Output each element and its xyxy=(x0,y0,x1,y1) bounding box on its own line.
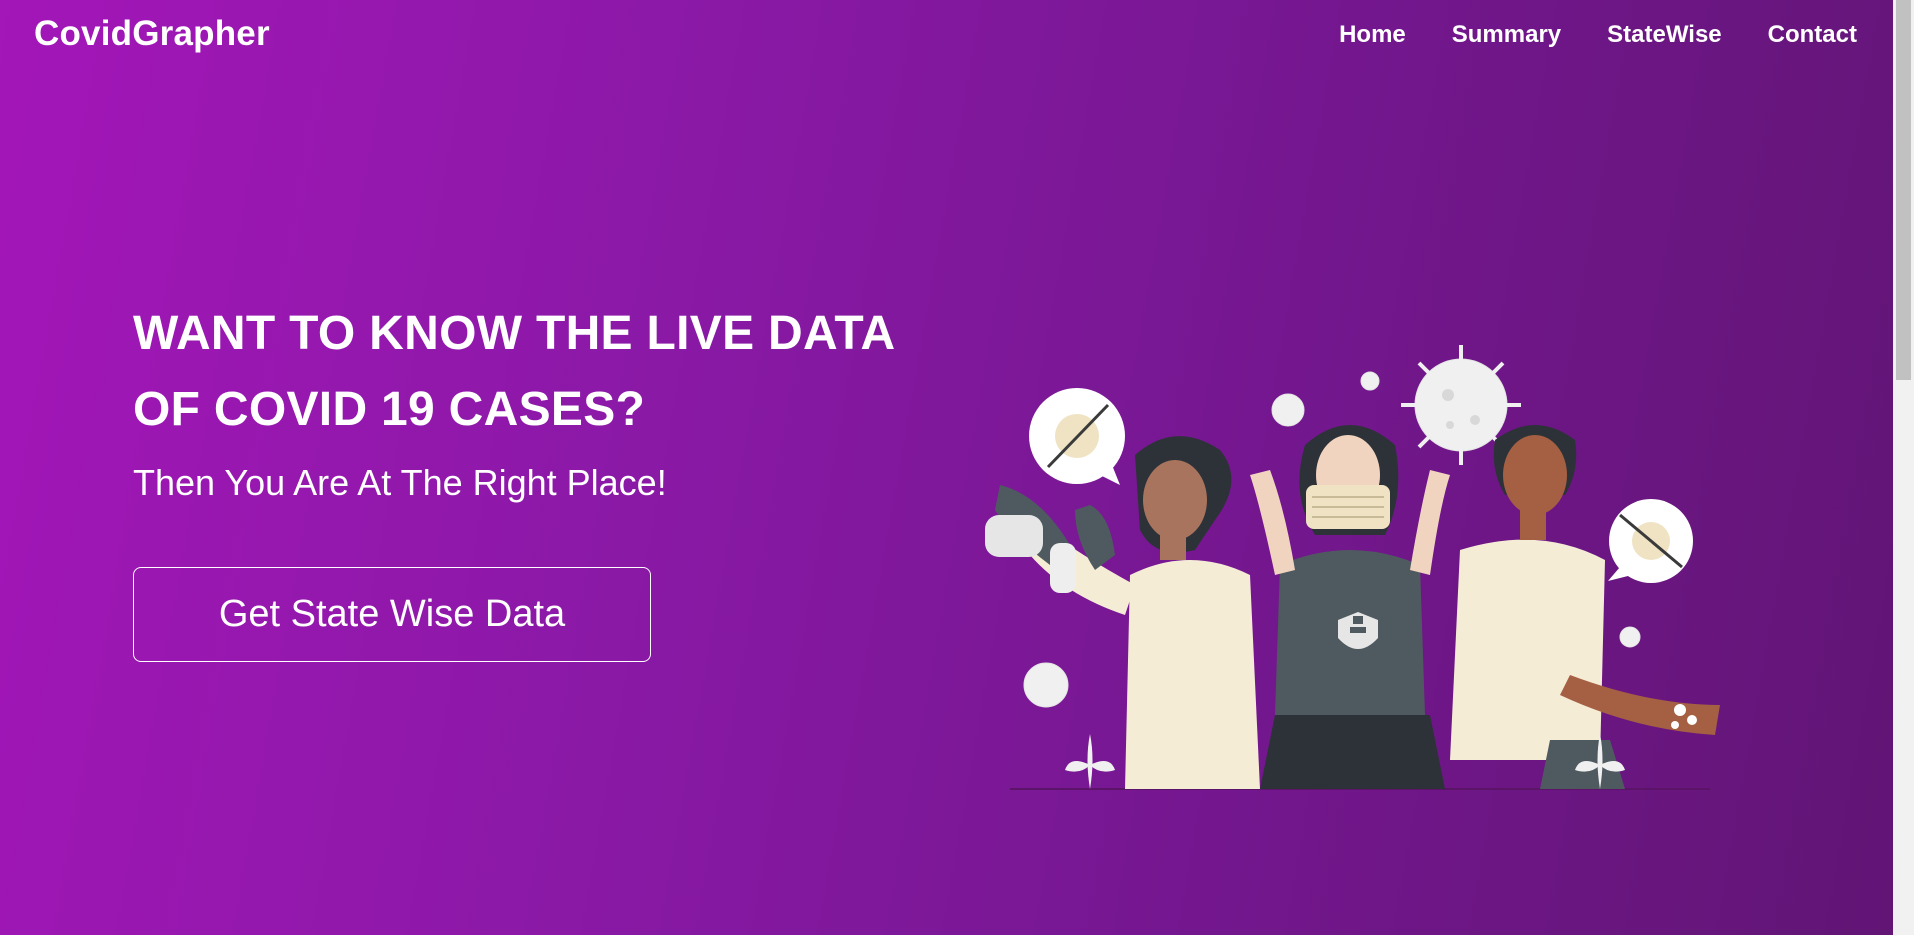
covid-safety-illustration xyxy=(985,345,1720,790)
get-state-wise-data-button[interactable]: Get State Wise Data xyxy=(133,567,651,662)
nav-summary-link[interactable]: Summary xyxy=(1452,21,1561,49)
brand-logo[interactable]: CovidGrapher xyxy=(34,14,270,54)
hero-text: WANT TO KNOW THE LIVE DATA OF COVID 19 C… xyxy=(133,296,953,508)
nav-links: Home Summary StateWise Contact xyxy=(1339,21,1857,49)
nav-contact-link[interactable]: Contact xyxy=(1768,21,1857,49)
landing-page: CovidGrapher Home Summary StateWise Cont… xyxy=(0,0,1914,935)
navbar: CovidGrapher Home Summary StateWise Cont… xyxy=(0,0,1893,70)
vertical-scrollbar[interactable] xyxy=(1893,0,1914,935)
scrollbar-thumb[interactable] xyxy=(1896,0,1911,380)
hero-headline: WANT TO KNOW THE LIVE DATA OF COVID 19 C… xyxy=(133,307,894,436)
nav-statewise-link[interactable]: StateWise xyxy=(1607,21,1722,49)
nav-home-link[interactable]: Home xyxy=(1339,21,1406,49)
hero-subheadline: Then You Are At The Right Place! xyxy=(133,462,667,503)
